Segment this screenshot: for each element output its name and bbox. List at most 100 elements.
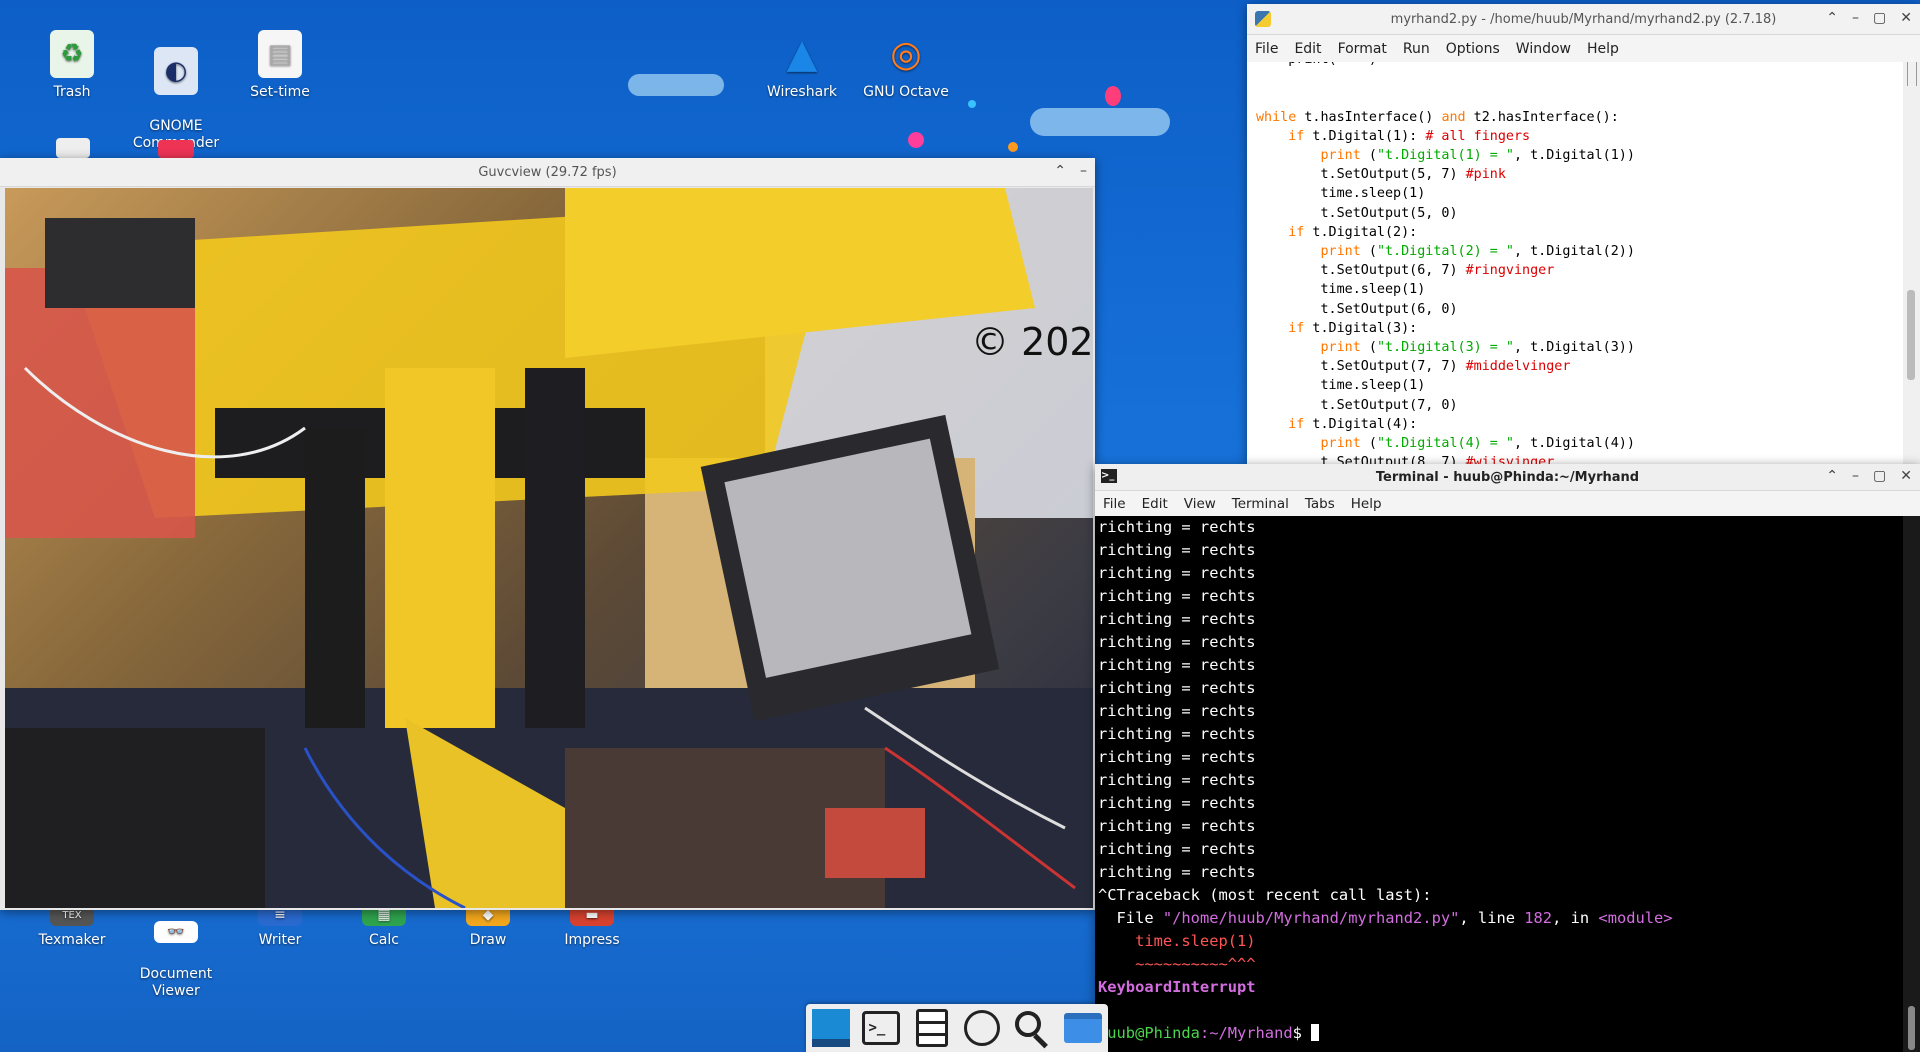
desktop-icon-partial[interactable] — [56, 138, 90, 158]
terminal-menu-file[interactable]: File — [1095, 496, 1134, 512]
idle-menu-window[interactable]: Window — [1508, 41, 1579, 57]
terminal-menu-help[interactable]: Help — [1343, 496, 1390, 512]
window-title: Terminal - huub@Phinda:~/Myrhand — [1375, 469, 1640, 485]
restore-icon[interactable]: ▢ — [1873, 10, 1886, 26]
desktop-icon-impress[interactable]: ▬ Impress — [542, 904, 642, 949]
idle-menu-help[interactable]: Help — [1579, 41, 1627, 57]
terminal-menubar: File Edit View Terminal Tabs Help — [1095, 491, 1920, 517]
terminal-menu-edit[interactable]: Edit — [1134, 496, 1176, 512]
idle-code-area[interactable]: print(" ") while t.hasInterface() and t2… — [1247, 62, 1903, 464]
desktop-icon-partial[interactable] — [158, 140, 194, 158]
terminal-scrollbar[interactable] — [1903, 516, 1920, 1052]
idle-scrollbar[interactable] — [1903, 62, 1920, 464]
idle-menu-options[interactable]: Options — [1438, 41, 1508, 57]
terminal-line: richting = rechts — [1098, 564, 1256, 582]
code-line: print ("t.Digital(4) = ", t.Digital(4)) — [1320, 436, 1635, 452]
desktop-icon-gnu-octave[interactable]: ◎ GNU Octave — [856, 30, 956, 101]
terminal-window[interactable]: >_ Terminal - huub@Phinda:~/Myrhand ⌃ – … — [1095, 464, 1920, 1052]
maximize-icon[interactable]: ⌃ — [1826, 468, 1838, 484]
terminal-icon: >_ — [862, 1011, 901, 1045]
window-title: myrhand2.py - /home/huub/Myrhand/myrhand… — [1390, 11, 1777, 27]
idle-titlebar[interactable]: myrhand2.py - /home/huub/Myrhand/myrhand… — [1247, 4, 1920, 35]
balloon-decoration — [1105, 86, 1121, 106]
code-line: time.sleep(1) — [1256, 378, 1426, 394]
desktop-icon-label: Texmaker — [38, 932, 106, 948]
maximize-icon[interactable]: ⌃ — [1054, 163, 1066, 179]
dock-search[interactable] — [1009, 1005, 1055, 1051]
code-line: t.SetOutput(8, 7) #wijsvinger — [1256, 455, 1555, 464]
dock-terminal[interactable]: >_ — [858, 1005, 904, 1051]
code-line: while t.hasInterface() and t2.hasInterfa… — [1256, 109, 1619, 125]
desktop-icon-texmaker[interactable]: TEX Texmaker — [22, 904, 122, 949]
desktop-icon-label: Impress — [564, 932, 620, 948]
dock-web-browser[interactable] — [959, 1005, 1005, 1051]
minimize-icon[interactable]: – — [1852, 10, 1859, 26]
code-line: t.SetOutput(5, 0) — [1256, 205, 1458, 221]
code-line: time.sleep(1) — [1256, 186, 1426, 202]
maximize-icon[interactable]: ⌃ — [1826, 10, 1838, 26]
ball-decoration — [1008, 142, 1018, 152]
code-line: t.SetOutput(6, 7) #ringvinger — [1256, 263, 1555, 279]
terminal-menu-terminal[interactable]: Terminal — [1224, 496, 1297, 512]
code-line: if t.Digital(2): — [1288, 224, 1418, 240]
terminal-output[interactable]: richting = rechts richting = rechts richti… — [1095, 516, 1903, 1052]
document-icon: ▤ — [258, 30, 302, 78]
desktop-icon-wireshark[interactable]: ▲ Wireshark — [752, 30, 852, 101]
desktop-icon-trash[interactable]: ♻ Trash — [22, 30, 122, 101]
code-line: print(" ") — [1256, 62, 1903, 69]
minimize-icon[interactable]: – — [1080, 163, 1087, 179]
minimize-icon[interactable]: – — [1852, 468, 1859, 484]
camera-feed: © 2025 Huub van Niekerk — [5, 188, 1093, 908]
terminal-line: richting = rechts — [1098, 748, 1256, 766]
terminal-line: richting = rechts — [1098, 863, 1256, 881]
terminal-line: richting = rechts — [1098, 702, 1256, 720]
window-title: Guvcview (29.72 fps) — [478, 164, 617, 180]
desktop-icon-label: GNU Octave — [863, 84, 949, 100]
close-icon[interactable]: ✕ — [1900, 10, 1912, 26]
restore-icon[interactable]: ▢ — [1873, 468, 1886, 484]
code-text: print(" ") while t.hasInterface() and t2… — [1247, 62, 1903, 464]
idle-editor-window[interactable]: myrhand2.py - /home/huub/Myrhand/myrhand… — [1247, 4, 1920, 464]
trash-icon: ♻ — [50, 30, 94, 78]
desktop-icon-set-time[interactable]: ▤ Set-time — [230, 30, 330, 101]
guvcview-titlebar[interactable]: Guvcview (29.72 fps) ⌃ – — [0, 158, 1095, 187]
idle-scrollbar-thumb[interactable] — [1907, 290, 1915, 380]
copyright-watermark: © 2025 Huub van Niekerk — [971, 320, 1093, 364]
terminal-line: richting = rechts — [1098, 771, 1256, 789]
idle-menu-format[interactable]: Format — [1330, 41, 1395, 57]
terminal-scrollbar-thumb[interactable] — [1908, 1006, 1915, 1050]
search-icon — [1013, 1009, 1051, 1049]
terminal-titlebar[interactable]: >_ Terminal - huub@Phinda:~/Myrhand ⌃ – … — [1095, 464, 1920, 491]
terminal-menu-view[interactable]: View — [1176, 496, 1224, 512]
terminal-line: richting = rechts — [1098, 679, 1256, 697]
code-line: if t.Digital(1): # all fingers — [1288, 128, 1531, 144]
desktop-icon-label: Calc — [369, 932, 399, 948]
terminal-line: richting = rechts — [1098, 725, 1256, 743]
ball-decoration — [908, 132, 924, 148]
desktop-icon-label: Writer — [258, 932, 302, 948]
desktop-icon-label: Trash — [53, 84, 91, 100]
terminal-line: richting = rechts — [1098, 794, 1256, 812]
close-icon[interactable]: ✕ — [1900, 468, 1912, 484]
terminal-menu-tabs[interactable]: Tabs — [1297, 496, 1343, 512]
desktop-icon-label: Draw — [469, 932, 507, 948]
dock-file-cabinet[interactable] — [909, 1005, 955, 1051]
desktop-icon-writer[interactable]: ≡ Writer — [230, 904, 330, 949]
idle-menu-file[interactable]: File — [1247, 41, 1286, 57]
code-line: if t.Digital(3): — [1288, 320, 1418, 336]
code-line: t.SetOutput(7, 7) #middelvinger — [1256, 359, 1571, 375]
guvcview-window[interactable]: Guvcview (29.72 fps) ⌃ – © 202 — [0, 158, 1095, 910]
desktop-icon-document-viewer[interactable]: 👓 Document Viewer — [126, 904, 226, 1017]
desktop-icon-calc[interactable]: ▦ Calc — [334, 904, 434, 949]
terminal-icon: >_ — [1101, 469, 1117, 483]
desktop-icon — [812, 1009, 851, 1047]
dock-show-desktop[interactable] — [808, 1005, 854, 1051]
idle-menu-run[interactable]: Run — [1395, 41, 1438, 57]
desktop-icon-draw[interactable]: ◆ Draw — [438, 904, 538, 949]
idle-menu-edit[interactable]: Edit — [1286, 41, 1329, 57]
dock-file-manager[interactable] — [1060, 1005, 1106, 1051]
folder-icon — [1063, 1013, 1102, 1043]
terminal-line: richting = rechts — [1098, 587, 1256, 605]
